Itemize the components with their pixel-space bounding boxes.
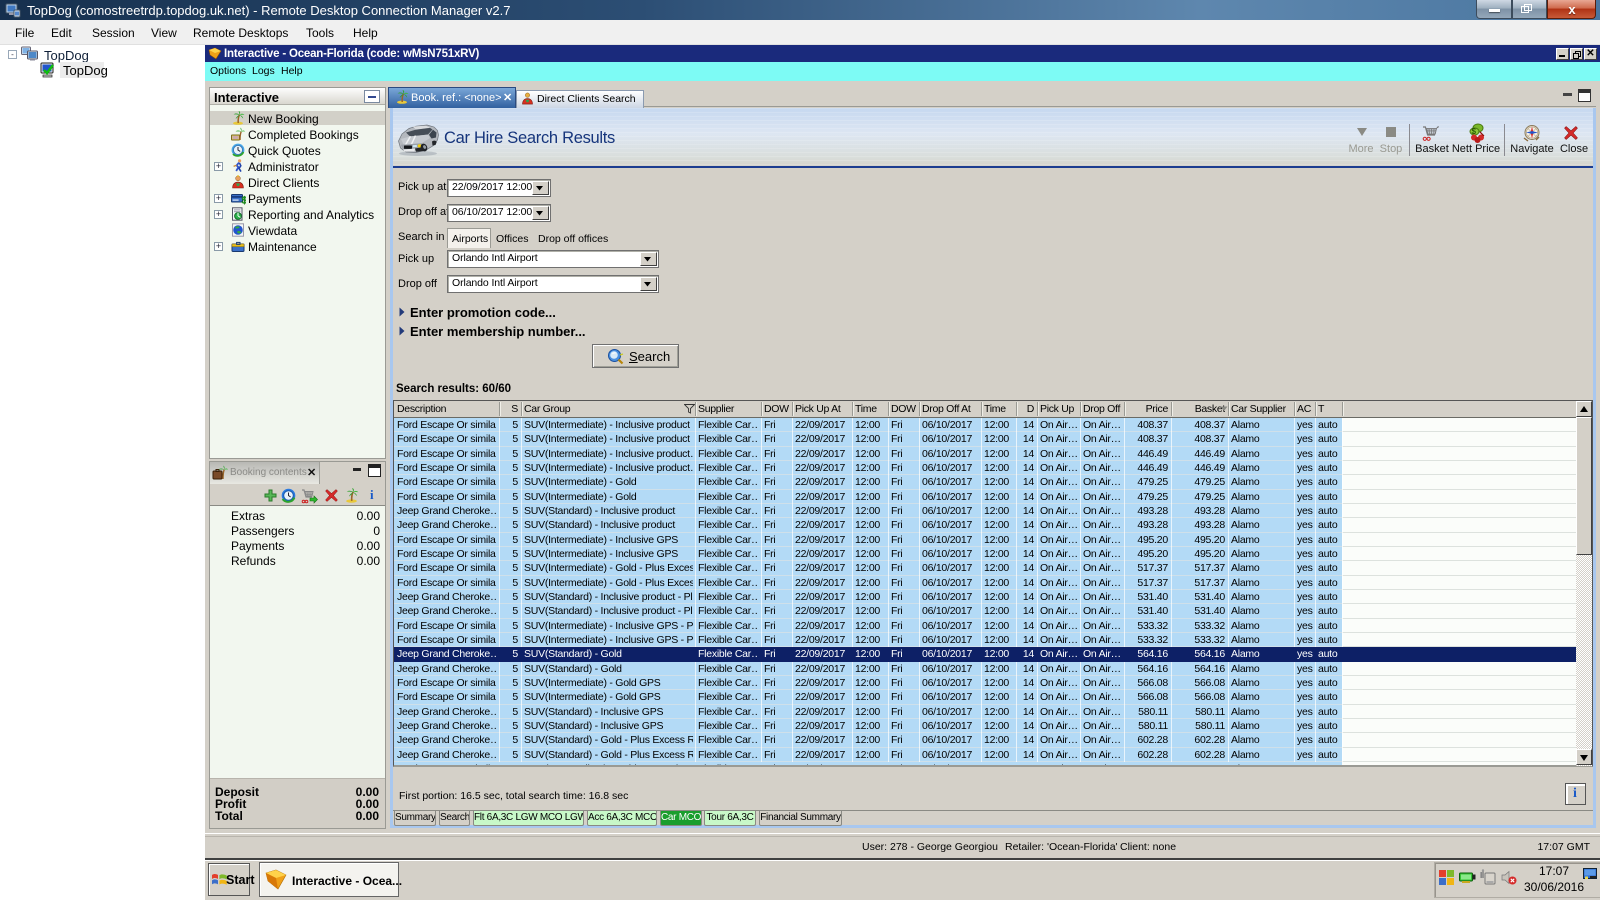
svg-text:$: $ xyxy=(242,196,246,205)
